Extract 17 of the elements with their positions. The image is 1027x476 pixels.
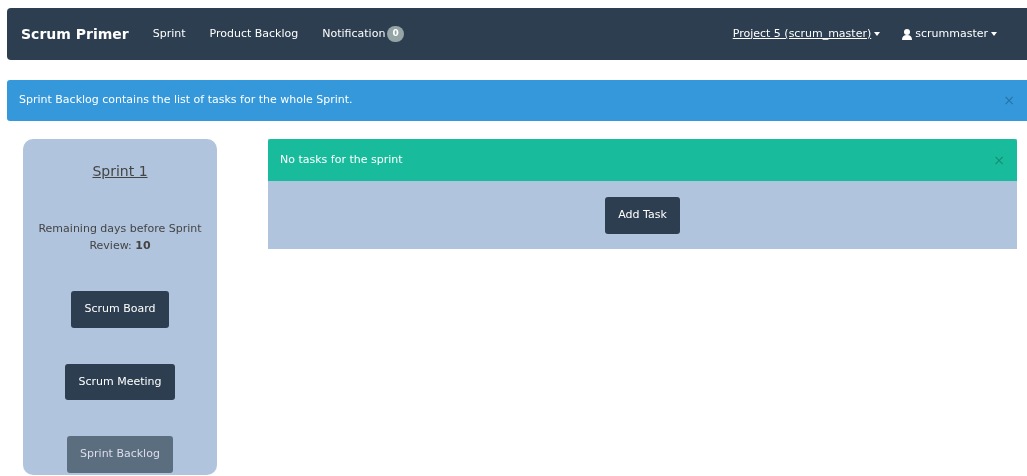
brand[interactable]: Scrum Primer [21,23,129,45]
remaining-days-text: Remaining days before Sprint Review: 10 [37,221,203,254]
alert-text: Sprint Backlog contains the list of tasks for the whole Sprint. [19,92,353,109]
project-menu[interactable]: Project 5 (scrum_master) [732,25,881,43]
user-icon [902,28,913,40]
sprint-title-link[interactable]: Sprint 1 [92,163,148,179]
sidebar-button[interactable]: Scrum Board [71,291,169,328]
user-menu[interactable]: scrummaster [902,25,997,43]
nav-link[interactable]: Notification 0 [322,25,404,43]
nav-link[interactable]: Sprint [152,25,186,43]
sidebar-button[interactable]: Scrum Meeting [65,363,175,400]
count-badge: 0 [387,26,404,42]
caret-icon [874,32,881,36]
alert-text: No tasks for the sprint [280,151,403,168]
add-task-button[interactable]: Add Task [605,197,680,234]
caret-icon [991,32,997,36]
nav-link[interactable]: Product Backlog [209,25,299,43]
